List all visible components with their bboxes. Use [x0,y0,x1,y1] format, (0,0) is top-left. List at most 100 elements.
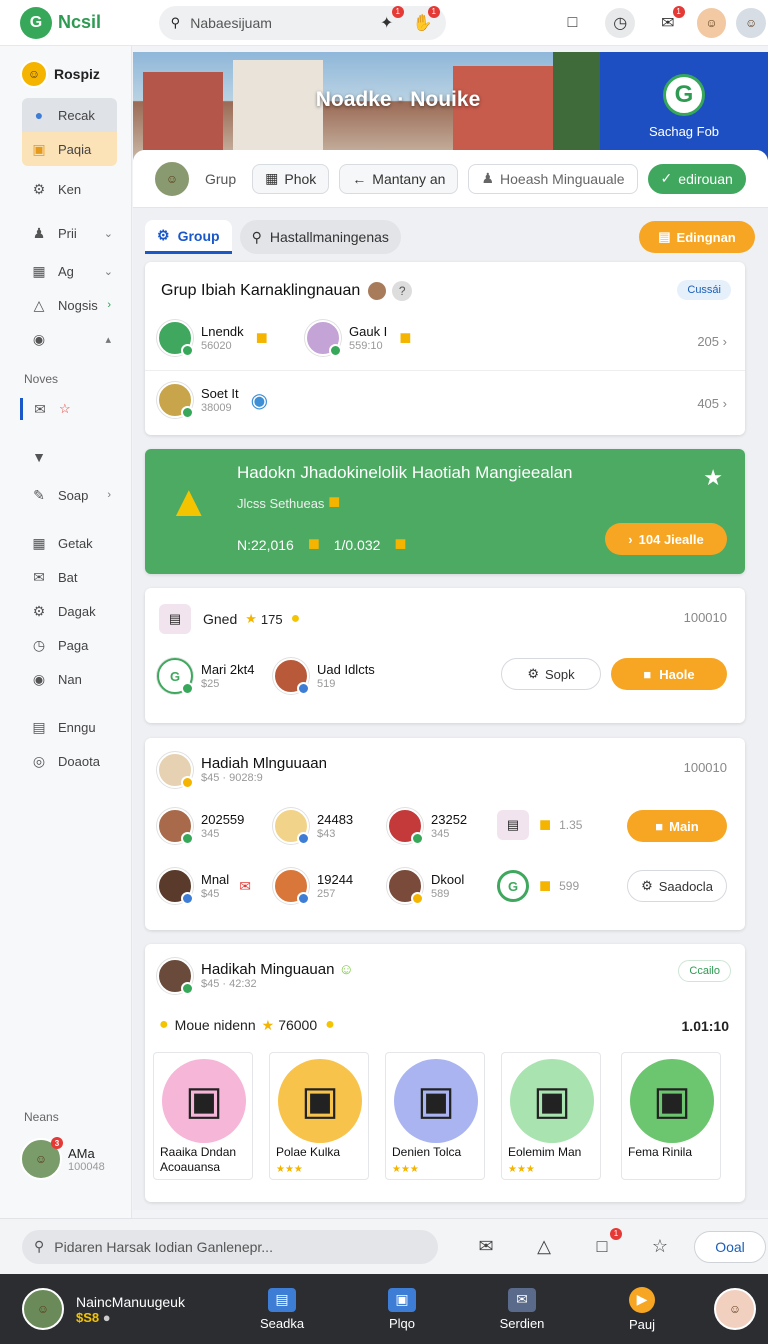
balance-line: ● Moue nidenn ★ 76000 ● [159,1016,335,1034]
saadocla-button[interactable]: ⚙ Saadocla [627,870,727,902]
badge-icon [181,776,194,789]
list-item[interactable]: 24483 $43 [273,808,353,845]
coin-icon: ● [325,1016,335,1033]
list-item[interactable]: Dkool 589 [387,868,464,905]
list-item[interactable]: 202559 345 [157,808,244,845]
bottom-search-input[interactable]: ⚲ Pidaren Harsak Iodian Ganlenepr... [22,1229,438,1264]
dock-item-serdien[interactable]: ✉ Serdien [462,1287,582,1331]
online-icon [329,344,342,357]
trash-icon[interactable]: ▤ [159,604,191,634]
sidebar-item-label: Prii [58,225,77,241]
sidebar-item-label: Dagak [58,603,96,619]
list-item[interactable]: Soet It 38009 ◉ [157,382,268,419]
trash-icon[interactable]: ▤ [497,810,529,840]
filter-chip-hoeash[interactable]: ♟ Hoeash Minguauale [468,163,638,194]
bell-icon[interactable]: △ [526,1230,562,1264]
sidebar-item-nan[interactable]: ◉ Nan [0,662,131,696]
star-icon[interactable]: ☆ [642,1230,678,1264]
dock-item-plqo[interactable]: ▣ Plqo [342,1287,462,1331]
list-item[interactable]: Mnal $45 ✉ [157,868,251,905]
list-item[interactable]: 23252 345 [387,808,467,845]
haole-button[interactable]: ■ Haole [611,658,727,690]
timer: 1.01:10 [681,1018,729,1034]
filter-chip-mantany[interactable]: ← Mantany an [339,163,459,194]
prize-item[interactable]: ▣ Fema Rinila [621,1052,721,1180]
avatar[interactable]: ☺ [734,5,768,40]
main-button[interactable]: ■ Main [627,810,727,842]
sidebar-item-ken[interactable]: ⚙ Ken [0,172,131,206]
mail-icon: ✉ [34,400,46,417]
sidebar-item-paqia[interactable]: ▣ Paqia [22,132,117,166]
filter-chip-phok[interactable]: ▦ Phok [252,163,330,194]
sidebar-item-ag[interactable]: ▦ Ag ⌄ [0,254,131,288]
list-item[interactable]: Lnendk 56020 ■ [157,320,268,357]
app-logo[interactable]: G Ncsil [20,6,137,39]
avatar [157,752,194,789]
search-input[interactable]: ⚲ Nabaesijuam ✦ 1 ✋ 1 [158,5,446,40]
sidebar-item-paga[interactable]: ◷ Paga [0,628,131,662]
gear-icon: ⚙ [157,227,170,243]
filter-chip-edirouan[interactable]: ✓ edirouan [647,163,746,194]
sidebar-item-wifi[interactable]: ▼ [0,440,131,474]
bell-icon[interactable]: ✋ 1 [408,5,440,38]
chip-label: Phok [284,170,317,187]
sidebar-item-location[interactable]: ◉ ▴ [0,322,131,356]
sidebar-footer-user[interactable]: ☺ 3 AMa 100048 [20,1137,105,1180]
avatar[interactable]: ☺ [153,159,191,198]
clock-icon[interactable]: ◷ [605,7,635,38]
inbox-icon[interactable]: ✉ [468,1230,504,1264]
hero-side-panel[interactable]: G Sachag Fob [600,52,768,160]
active-indicator [20,398,23,420]
help-icon[interactable]: ? [392,281,413,301]
list-item[interactable]: 19244 257 [273,868,353,905]
sidebar-item-dagak[interactable]: ⚙ Dagak [0,594,131,628]
prize-item[interactable]: ▣ Denien Tolca ★★★ [385,1052,485,1180]
prize-item[interactable]: ▣ Eolemim Man ★★★ [501,1052,601,1180]
tab-search[interactable]: ⚲ Hastallmaningenas [239,220,401,254]
tag-icon[interactable]: ✦ 1 [372,5,404,38]
sidebar-item-enngu[interactable]: ▤ Enngu [0,710,131,744]
sidebar-item-bat[interactable]: ✉ Bat [0,560,131,594]
sidebar-user[interactable]: ☺ Rospiz [20,60,131,88]
avatar[interactable]: ☺ [714,1288,756,1330]
dock-user[interactable]: ☺ NaincManuugeuk $S8 ● [22,1288,222,1330]
sidebar-item-label: Bat [58,569,78,585]
sidebar-item-nogsis[interactable]: △ Nogsis › [0,288,131,322]
sidebar-item-doaota[interactable]: ◎ Doaota [0,744,131,778]
sidebar-item-soap[interactable]: ✎ Soap › [0,478,131,512]
sidebar-item-getak[interactable]: ▦ Getak [0,526,131,560]
gift-box-icon: ▣ [162,1059,246,1143]
dock-user-balance: $S8 ● [76,1309,111,1325]
hero-banner: Noadke · Nouike G Sachag Fob [133,52,768,160]
sidebar-item-mail[interactable]: ✉ ☆ [0,392,131,426]
star-icon[interactable]: ★ [703,465,723,491]
prize-item[interactable]: ▣ Raaika Dndan Acoauansa [153,1052,253,1180]
row-count[interactable]: 405 › [697,396,727,411]
person-sub: $43 [317,828,336,840]
list-item[interactable]: Uad Idlcts 519 [273,658,375,695]
edingnan-button[interactable]: ▤ Edingnan [639,221,755,253]
sidebar-item-recak[interactable]: ● Recak [22,98,117,132]
list-item[interactable]: G Mari 2kt4 $25 [157,658,254,695]
gift-box-icon: ▣ [394,1059,478,1143]
sidebar-item-prii[interactable]: ♟ Prii ⌄ [0,216,131,250]
gift-icon: ■ [539,813,552,836]
sopk-button[interactable]: ⚙ Sopk [501,658,601,690]
calendar-icon[interactable]: □ [558,8,588,38]
search-icon: ⚲ [170,14,181,30]
row-count[interactable]: 205 › [697,334,727,349]
dock-item-seadka[interactable]: ▤ Seadka [222,1287,342,1331]
avatar[interactable]: ☺ [694,5,729,40]
prize-item[interactable]: ▣ Polae Kulka ★★★ [269,1052,369,1180]
person-name: Soet It [201,386,239,401]
promo-title: Hadokn Jhadokinelolik Haotiah Mangieeala… [237,463,573,482]
tab-group[interactable]: ⚙ Group [145,220,232,254]
chat-icon[interactable]: ✉ 1 [653,5,685,38]
dock-item-pauj[interactable]: ▶ Pauj [582,1286,702,1332]
online-icon [411,832,424,845]
promo-button[interactable]: › 104 Jiealle [605,523,727,555]
ooal-button[interactable]: Ooal [694,1230,766,1263]
phone-icon[interactable]: □ 1 [584,1227,622,1264]
gear-icon: ⚙ [527,666,539,681]
list-item[interactable]: Gauk I 559:10 ■ [305,320,411,357]
